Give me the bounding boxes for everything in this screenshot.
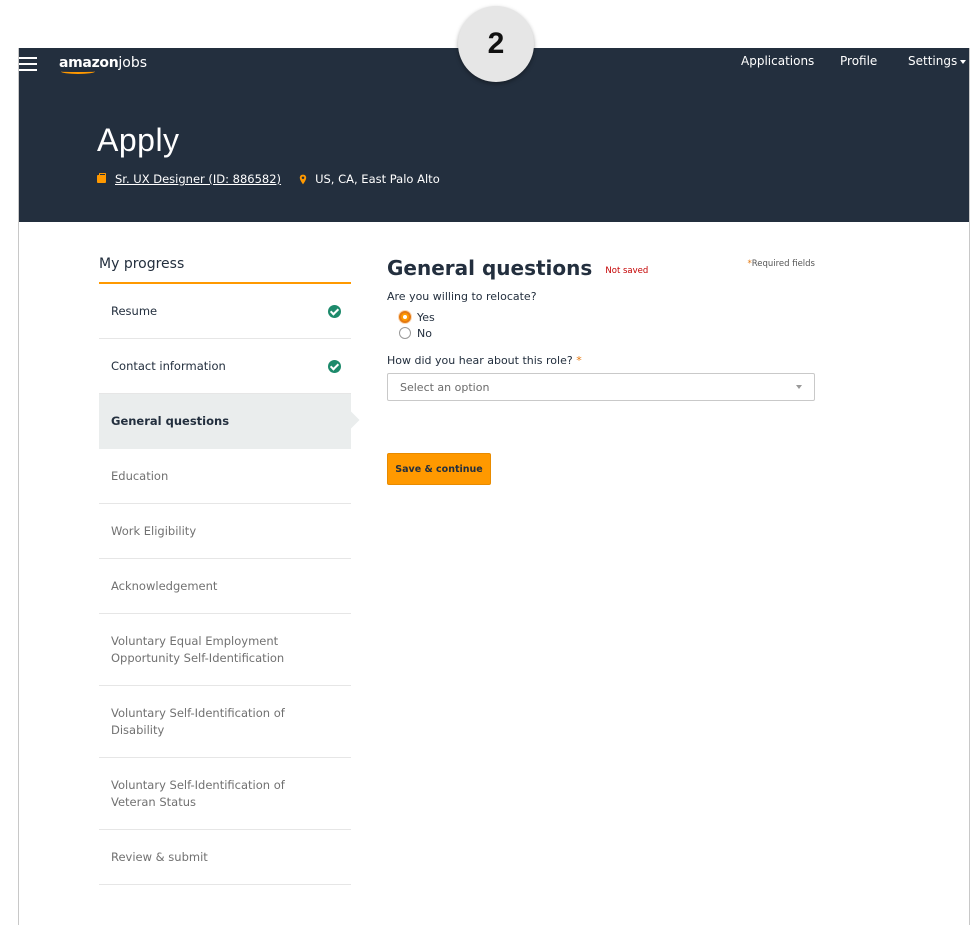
step-label: Education (111, 468, 169, 483)
step-review-submit[interactable]: Review & submit (99, 830, 351, 885)
radio-yes[interactable] (399, 311, 411, 323)
step-label: Voluntary Equal Employment Opportunity S… (111, 633, 285, 665)
save-status: Not saved (605, 265, 649, 276)
radio-no[interactable] (399, 327, 411, 339)
step-label: General questions (111, 413, 230, 428)
step-label: Work Eligibility (111, 523, 197, 538)
progress-sidebar: My progress Resume Contact information G… (99, 256, 351, 885)
required-fields-note: *Required fields (747, 259, 815, 269)
form-header: General questions Not saved *Required fi… (387, 256, 817, 280)
app-window: amazonjobs Applications Profile Settings… (18, 48, 970, 925)
step-resume[interactable]: Resume (99, 284, 351, 339)
check-circle-icon (328, 305, 341, 318)
relocate-yes-option[interactable]: Yes (399, 309, 817, 325)
logo-suffix: jobs (118, 55, 148, 71)
step-contact-information[interactable]: Contact information (99, 339, 351, 394)
step-general-questions[interactable]: General questions (99, 394, 351, 449)
form-title: General questions (387, 256, 593, 280)
nav-link-profile[interactable]: Profile (840, 53, 877, 69)
step-label: Review & submit (111, 849, 208, 864)
step-label: Contact information (111, 358, 226, 373)
radio-no-label: No (417, 326, 432, 340)
page-header: Apply Sr. UX Designer (ID: 886582) US, C… (19, 82, 969, 222)
relocate-no-option[interactable]: No (399, 325, 817, 341)
step-education[interactable]: Education (99, 449, 351, 504)
nav-link-applications[interactable]: Applications (741, 53, 814, 69)
chevron-down-icon (796, 385, 802, 389)
hear-about-select[interactable]: Select an option (387, 373, 815, 401)
amazon-jobs-logo[interactable]: amazonjobs (59, 54, 148, 74)
job-title-link[interactable]: Sr. UX Designer (ID: 886582) (115, 172, 281, 186)
step-acknowledgement[interactable]: Acknowledgement (99, 559, 351, 614)
required-fields-text: Required fields (751, 259, 815, 269)
relocate-question: Are you willing to relocate? (387, 290, 537, 303)
radio-yes-label: Yes (417, 310, 435, 324)
page-title: Apply (97, 122, 180, 158)
step-eeo-self-identification[interactable]: Voluntary Equal Employment Opportunity S… (99, 614, 351, 686)
step-label: Voluntary Self-Identification of Veteran… (111, 777, 285, 809)
step-label: Voluntary Self-Identification of Disabil… (111, 705, 285, 737)
nav-link-settings: Settings (908, 54, 958, 68)
select-placeholder: Select an option (400, 380, 490, 394)
save-continue-button[interactable]: Save & continue (387, 453, 491, 485)
briefcase-icon (97, 173, 106, 183)
step-number-badge: 2 (458, 6, 534, 82)
step-disability-self-identification[interactable]: Voluntary Self-Identification of Disabil… (99, 686, 351, 758)
caret-down-icon (960, 59, 967, 64)
hamburger-menu-icon[interactable] (19, 56, 37, 72)
hear-about-label: How did you hear about this role? (387, 354, 573, 367)
required-asterisk: * (576, 354, 582, 367)
step-veteran-self-identification[interactable]: Voluntary Self-Identification of Veteran… (99, 758, 351, 830)
step-label: Resume (111, 303, 158, 318)
nav-settings-dropdown[interactable]: Settings (908, 53, 967, 69)
location-pin-icon (299, 174, 307, 184)
general-questions-form: General questions Not saved *Required fi… (387, 256, 817, 485)
step-label: Acknowledgement (111, 578, 218, 593)
progress-title: My progress (99, 256, 351, 284)
job-meta: Sr. UX Designer (ID: 886582) US, CA, Eas… (97, 172, 440, 186)
step-work-eligibility[interactable]: Work Eligibility (99, 504, 351, 559)
check-circle-icon (328, 360, 341, 373)
hear-about-question: How did you hear about this role? * (387, 354, 817, 367)
smile-logo-icon (61, 69, 95, 74)
job-location: US, CA, East Palo Alto (315, 172, 440, 186)
